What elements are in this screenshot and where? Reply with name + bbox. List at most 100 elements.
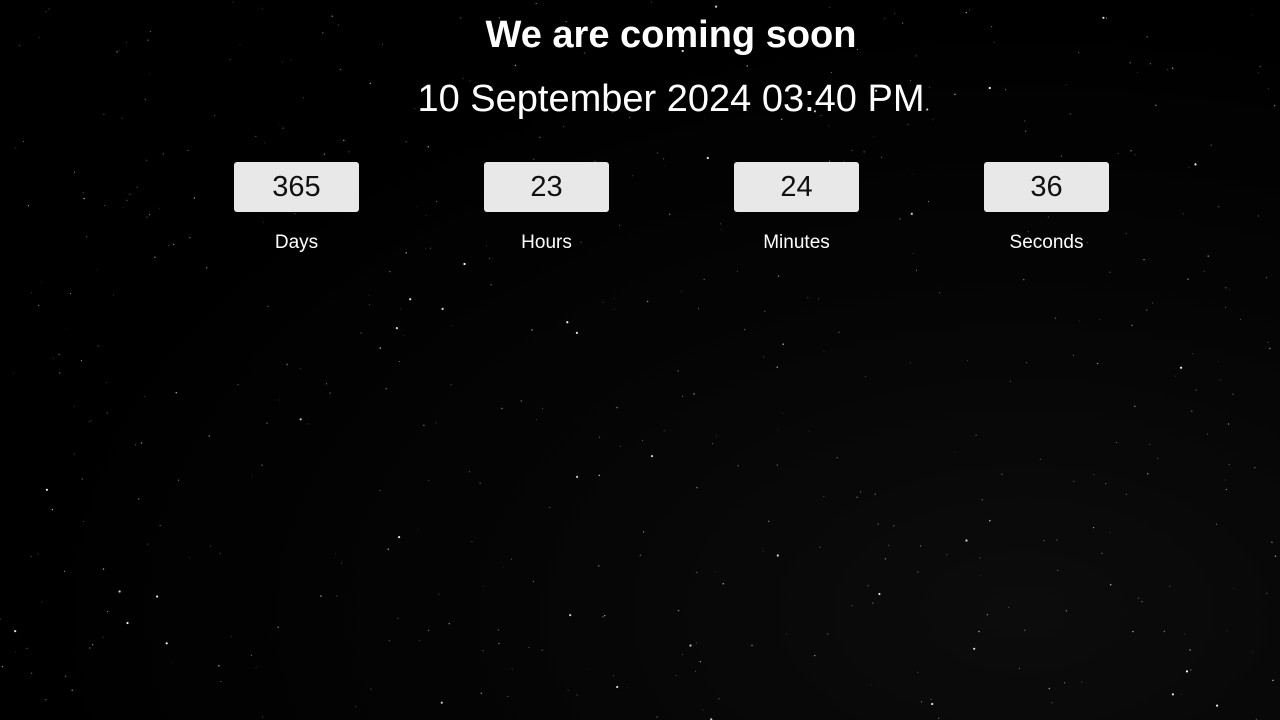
star xyxy=(567,689,569,691)
star xyxy=(261,7,263,9)
star xyxy=(1219,379,1221,381)
star xyxy=(231,636,233,638)
star xyxy=(874,493,876,495)
star xyxy=(48,8,50,10)
star xyxy=(255,667,257,668)
star xyxy=(1109,583,1112,586)
star xyxy=(31,292,33,294)
star xyxy=(255,135,257,138)
star xyxy=(535,2,537,5)
star xyxy=(917,671,919,674)
star xyxy=(83,197,85,200)
star xyxy=(696,642,697,644)
star xyxy=(920,701,923,703)
star xyxy=(1149,62,1152,65)
star xyxy=(1274,555,1277,557)
star xyxy=(762,356,765,358)
star xyxy=(969,9,971,11)
star xyxy=(144,396,146,397)
star xyxy=(986,613,989,616)
star xyxy=(96,268,98,270)
star xyxy=(1229,288,1231,290)
star xyxy=(917,571,919,573)
star xyxy=(782,413,783,414)
star xyxy=(920,545,922,547)
star xyxy=(118,590,121,593)
star xyxy=(1188,166,1190,168)
star xyxy=(71,689,73,691)
star xyxy=(881,156,883,158)
star xyxy=(218,664,220,667)
star xyxy=(507,695,509,697)
star xyxy=(1099,318,1101,320)
star xyxy=(1225,287,1227,289)
star xyxy=(682,395,684,397)
star xyxy=(650,1,652,3)
star xyxy=(427,146,429,148)
star xyxy=(598,474,601,477)
star xyxy=(501,407,503,410)
star xyxy=(1131,324,1133,327)
star xyxy=(1207,255,1209,257)
star xyxy=(1051,702,1053,704)
star xyxy=(851,605,853,607)
star xyxy=(872,602,874,604)
star xyxy=(282,61,284,63)
star xyxy=(498,642,500,645)
star xyxy=(907,124,909,126)
star xyxy=(1257,215,1259,217)
star xyxy=(535,419,537,421)
star xyxy=(147,543,149,545)
days-label: Days xyxy=(274,232,319,253)
star xyxy=(722,582,725,585)
star xyxy=(873,136,875,138)
star xyxy=(1228,464,1230,466)
star xyxy=(823,495,825,497)
star xyxy=(712,443,714,445)
star xyxy=(59,372,61,374)
seconds-label: Seconds xyxy=(1009,232,1084,253)
star xyxy=(1195,389,1197,391)
star xyxy=(30,555,32,557)
star xyxy=(1216,704,1219,707)
star xyxy=(566,321,569,324)
star xyxy=(137,498,140,500)
star xyxy=(440,701,443,704)
star xyxy=(1143,258,1145,261)
star xyxy=(136,186,138,188)
star xyxy=(1008,606,1010,609)
star xyxy=(206,267,208,269)
star xyxy=(911,174,913,175)
star xyxy=(899,218,901,220)
star xyxy=(576,475,579,478)
star xyxy=(776,366,779,368)
star xyxy=(82,192,84,194)
star xyxy=(808,430,810,432)
star xyxy=(40,281,42,283)
star xyxy=(531,329,533,331)
star xyxy=(867,585,869,587)
star xyxy=(52,357,54,359)
star xyxy=(451,325,452,327)
star xyxy=(1166,69,1168,71)
star xyxy=(737,465,739,467)
star xyxy=(208,435,211,437)
star xyxy=(355,706,357,708)
star xyxy=(1267,342,1269,344)
star xyxy=(1018,667,1020,669)
star xyxy=(979,575,981,577)
star xyxy=(597,565,600,567)
star xyxy=(1130,150,1132,152)
star xyxy=(148,214,151,216)
star xyxy=(870,684,872,686)
star xyxy=(448,623,450,625)
star xyxy=(1194,163,1197,166)
star xyxy=(450,384,452,386)
star xyxy=(681,654,683,656)
star xyxy=(148,73,150,75)
star xyxy=(1269,347,1271,350)
star xyxy=(884,558,887,560)
star xyxy=(1065,610,1067,612)
star xyxy=(720,229,722,231)
star xyxy=(827,633,829,635)
